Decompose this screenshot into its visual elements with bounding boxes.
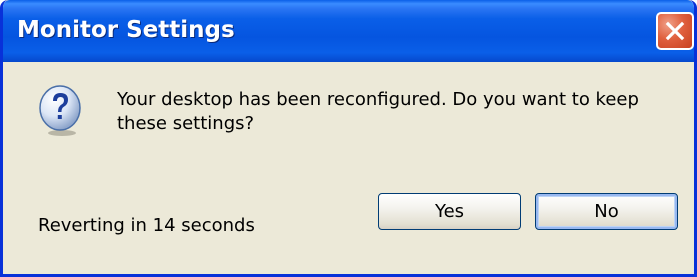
revert-countdown-text: Reverting in 14 seconds bbox=[38, 215, 255, 236]
close-icon bbox=[665, 21, 685, 41]
window-title: Monitor Settings bbox=[17, 17, 235, 43]
yes-button[interactable]: Yes bbox=[378, 193, 521, 230]
question-icon bbox=[39, 85, 81, 136]
close-button[interactable] bbox=[656, 12, 694, 50]
dialog-message: Your desktop has been reconfigured. Do y… bbox=[117, 89, 639, 134]
title-bar[interactable]: Monitor Settings bbox=[3, 0, 694, 62]
monitor-settings-dialog: Monitor Settings Your desktop has been r… bbox=[0, 0, 697, 277]
no-button[interactable]: No bbox=[535, 193, 678, 230]
